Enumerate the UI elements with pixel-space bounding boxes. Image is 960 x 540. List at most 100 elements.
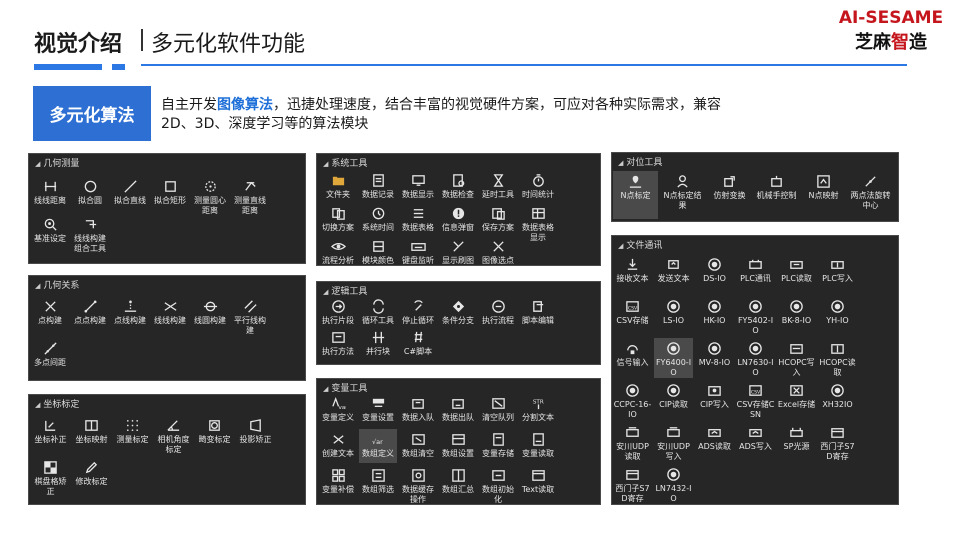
tool-button[interactable]: var 变量定义 [319, 393, 357, 427]
tool-button[interactable]: 仿射变换 [707, 171, 752, 219]
collapse-arrow-icon[interactable]: ◢ [323, 160, 328, 168]
panel-title[interactable]: ◢ 系统工具 [323, 156, 367, 169]
tool-button[interactable]: 变量设置 [359, 393, 397, 427]
tool-button[interactable]: CIP写入 [695, 380, 734, 420]
tool-button[interactable]: 延时工具 [479, 170, 517, 201]
tool-button[interactable]: 停止循环 [399, 296, 437, 325]
tool-button[interactable]: 点构建 [31, 296, 69, 336]
panel-title[interactable]: ◢ 坐标标定 [35, 397, 79, 410]
tool-button[interactable]: √ar 数组定义 [359, 429, 397, 463]
tool-button[interactable]: 西门子S7D寄存 [818, 422, 857, 462]
tool-button[interactable]: 数据检查 [439, 170, 477, 201]
tool-button[interactable]: HCOPC写入 [777, 338, 816, 378]
tool-button[interactable]: 数组清空 [399, 429, 437, 463]
tool-button[interactable]: LN7432-IO [654, 464, 693, 504]
tool-button[interactable]: 拟合圆 [71, 176, 109, 212]
tool-button[interactable]: 西门子S7D寄存 [613, 464, 652, 504]
tool-button[interactable]: 平行线构建 [231, 296, 269, 336]
tool-button[interactable]: 条件分支 [439, 296, 477, 325]
tool-button[interactable]: 拟合直线 [111, 176, 149, 212]
tool-button[interactable]: N点映射 [801, 171, 846, 219]
tool-button[interactable]: LS-IO [654, 296, 693, 336]
tool-button[interactable]: 数据表格显示 [519, 203, 557, 242]
tool-button[interactable]: 投影矫正 [236, 415, 275, 455]
tool-button[interactable]: FY5402-IO [736, 296, 775, 336]
tool-button[interactable]: 创建文本 [319, 429, 357, 463]
collapse-arrow-icon[interactable]: ◢ [35, 282, 40, 290]
tool-button[interactable]: 机械手控制 [754, 171, 799, 219]
tool-button[interactable]: PLC读取 [777, 254, 816, 294]
tool-button[interactable]: HCOPC读取 [818, 338, 857, 378]
tool-button[interactable]: 并行块 [359, 327, 397, 356]
collapse-arrow-icon[interactable]: ◢ [323, 385, 328, 393]
tool-button[interactable]: 文件夹 [319, 170, 357, 201]
tool-button[interactable]: 执行方法 [319, 327, 357, 356]
tool-button[interactable]: Text读取 [519, 465, 557, 499]
tool-button[interactable]: 畸变标定 [195, 415, 234, 455]
tool-button[interactable]: 测量标定 [113, 415, 152, 455]
tool-button[interactable]: HK-IO [695, 296, 734, 336]
tool-button[interactable]: 线线构建 [151, 296, 189, 336]
tool-button[interactable]: 棋盘格矫正 [31, 457, 70, 497]
tool-button[interactable]: ADS写入 [736, 422, 775, 462]
tool-button[interactable]: 脚本编辑 [519, 296, 557, 325]
tool-button[interactable]: 数组筛选 [359, 465, 397, 499]
tool-button[interactable]: 基准设定 [31, 214, 69, 250]
tool-button[interactable]: PLC写入 [818, 254, 857, 294]
tool-button[interactable]: 线圆构建 [191, 296, 229, 336]
tool-button[interactable]: 执行流程 [479, 296, 517, 325]
tool-button[interactable]: 流程分析 [319, 236, 357, 267]
tool-button[interactable]: CSV CSV存储 [613, 296, 652, 336]
tool-button[interactable]: 变量存储 [479, 429, 517, 463]
tool-button[interactable]: 相机角度标定 [154, 415, 193, 455]
collapse-arrow-icon[interactable]: ◢ [618, 159, 623, 167]
tool-button[interactable]: SP光源 [777, 422, 816, 462]
panel-title[interactable]: ◢ 几何关系 [35, 278, 79, 291]
tool-button[interactable]: 坐标映射 [72, 415, 111, 455]
tool-button[interactable]: CCPC-16-IO [613, 380, 652, 420]
tool-button[interactable]: MV-8-IO [695, 338, 734, 378]
tool-button[interactable]: 数组汇总 [439, 465, 477, 499]
tool-button[interactable]: 点线构建 [111, 296, 149, 336]
tool-button[interactable]: XH32IO [818, 380, 857, 420]
tool-button[interactable]: PLC通讯 [736, 254, 775, 294]
tool-button[interactable]: 时间统计 [519, 170, 557, 201]
tool-button[interactable]: N点标定 [613, 171, 658, 219]
tool-button[interactable]: 循环工具 [359, 296, 397, 325]
tool-button[interactable]: DS-IO [695, 254, 734, 294]
tool-button[interactable]: 信息弹窗 [439, 203, 477, 234]
tool-button[interactable]: 数据入队 [399, 393, 437, 427]
tool-button[interactable]: 修改标定 [72, 457, 111, 497]
tool-button[interactable]: 保存方案 [479, 203, 517, 234]
tool-button[interactable]: ADS读取 [695, 422, 734, 462]
tool-button[interactable]: LN7630-IO [736, 338, 775, 378]
tool-button[interactable]: 执行片段 [319, 296, 357, 325]
tool-button[interactable]: 数据显示 [399, 170, 437, 201]
tool-button[interactable]: STR 分割文本 [519, 393, 557, 427]
panel-title[interactable]: ◢ 对位工具 [618, 155, 662, 168]
tool-button[interactable]: 变量读取 [519, 429, 557, 463]
panel-title[interactable]: ◢ 几何测量 [35, 156, 79, 169]
tool-button[interactable]: 数据出队 [439, 393, 477, 427]
tool-button[interactable]: 系统时间 [359, 203, 397, 234]
tool-button[interactable]: 切换方案 [319, 203, 357, 234]
tool-button[interactable]: 信号输入 [613, 338, 652, 378]
tool-button[interactable]: 数据表格 [399, 203, 437, 234]
collapse-arrow-icon[interactable]: ◢ [323, 288, 328, 296]
tool-button[interactable]: CSV CSV存储CSN [736, 380, 775, 420]
tool-button[interactable]: YH-IO [818, 296, 857, 336]
tool-button[interactable]: 测量直线距离 [231, 176, 269, 215]
tool-button[interactable]: 点点构建 [71, 296, 109, 336]
tool-button[interactable]: 显示刷图 [439, 236, 477, 267]
tool-button[interactable]: 图像选点 [479, 236, 517, 267]
tool-button[interactable]: 变量补偿 [319, 465, 357, 499]
tool-button[interactable]: 坐标补正 [31, 415, 70, 455]
collapse-arrow-icon[interactable]: ◢ [618, 242, 623, 250]
tool-button[interactable]: 接收文本 [613, 254, 652, 294]
tool-button[interactable]: 线线距离 [31, 176, 69, 212]
tool-button[interactable]: 多点间距 [31, 338, 69, 378]
tool-button[interactable]: 安川UDP读取 [613, 422, 652, 462]
panel-title[interactable]: ◢ 文件通讯 [618, 238, 662, 251]
tool-button[interactable]: 安川UDP写入 [654, 422, 693, 462]
tool-button[interactable]: 线线构建组合工具 [71, 214, 109, 253]
